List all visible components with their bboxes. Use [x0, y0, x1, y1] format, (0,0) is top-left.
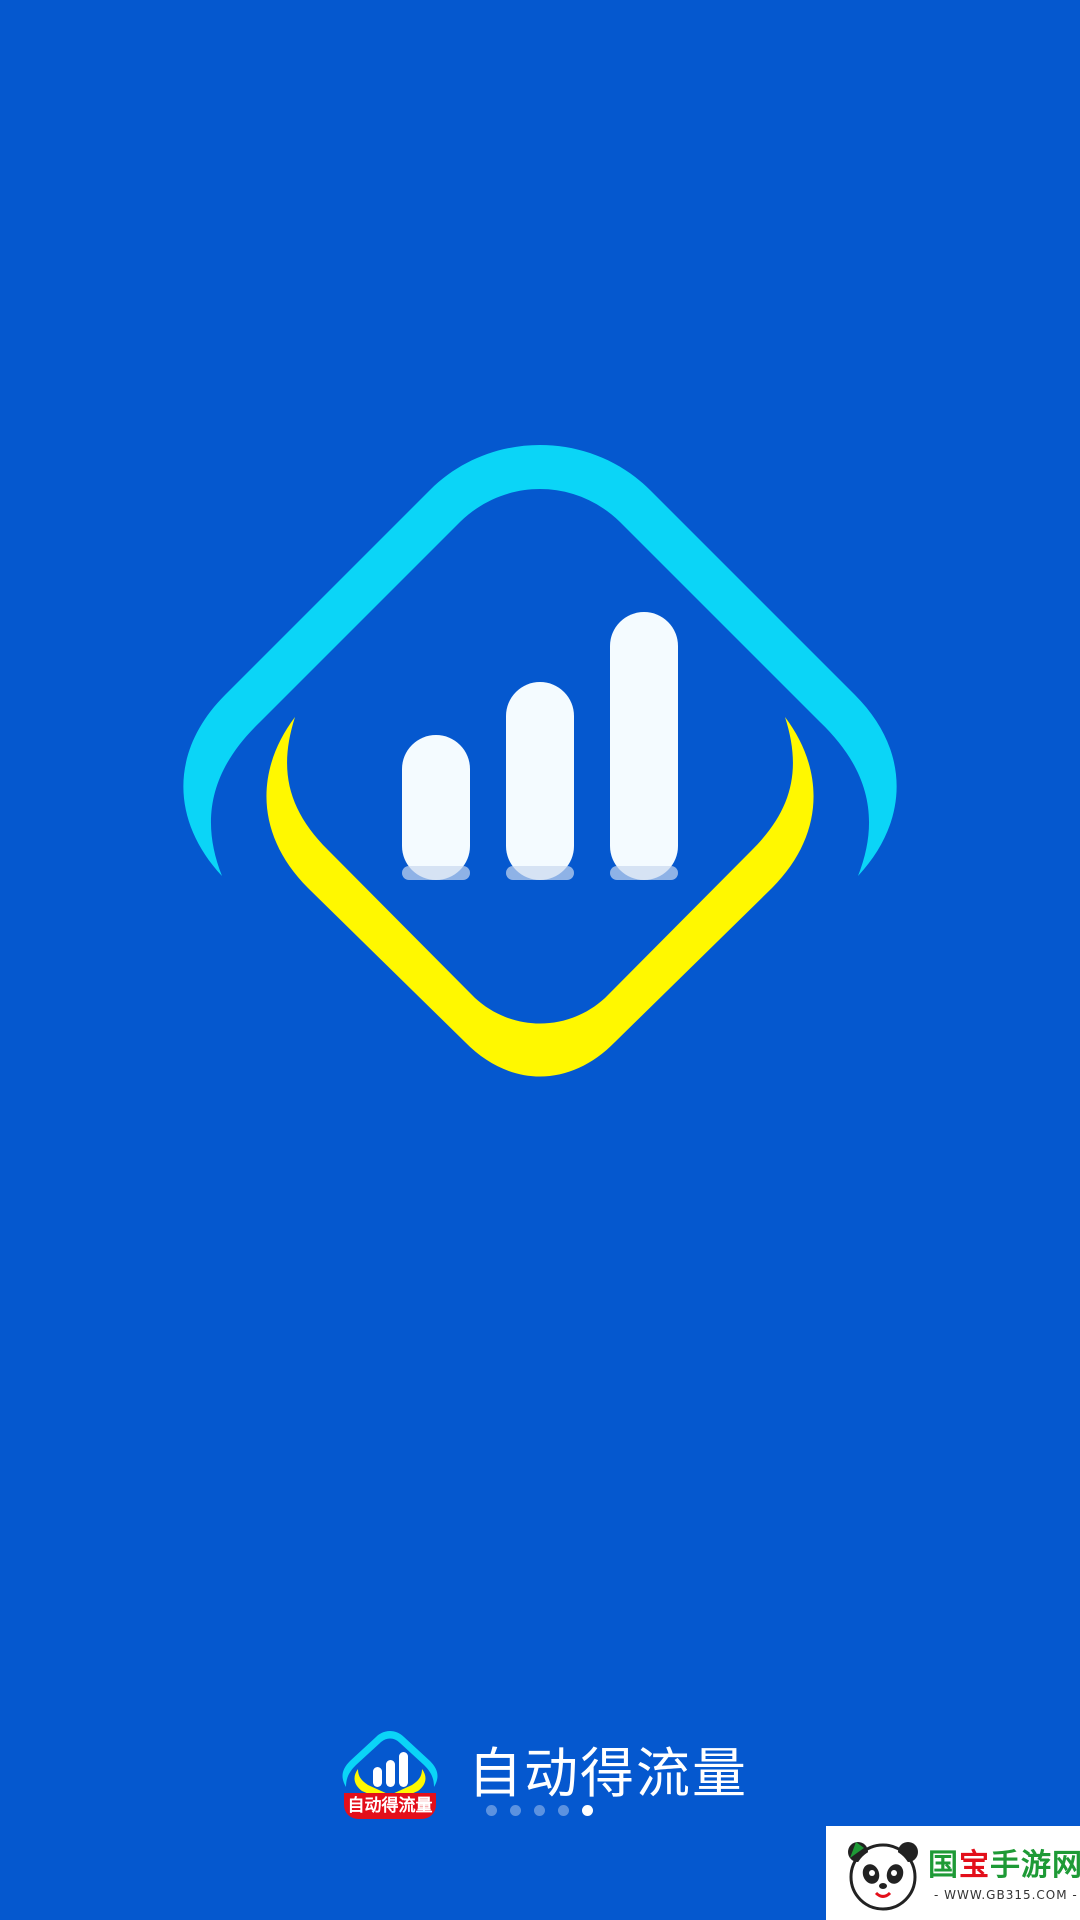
splash-screen: 自动得流量 自动得流量 国宝手游网 - WWW.GB315.COM -	[0, 0, 1080, 1920]
logo-bar-3	[610, 612, 678, 880]
page-dot-1[interactable]	[486, 1805, 497, 1816]
app-logo-icon: 自动得流量	[340, 1725, 440, 1825]
logo-bar-1	[402, 735, 470, 880]
panda-icon	[848, 1842, 918, 1911]
page-dot-5-active[interactable]	[582, 1805, 593, 1816]
logo-bar-1-shade	[402, 866, 470, 880]
page-dot-3[interactable]	[534, 1805, 545, 1816]
page-indicator	[486, 1805, 593, 1819]
app-name: 自动得流量	[468, 1742, 748, 1805]
page-dot-4[interactable]	[558, 1805, 569, 1816]
page-dot-2[interactable]	[510, 1805, 521, 1816]
app-icon-label: 自动得流量	[344, 1793, 436, 1819]
logo-bar-3-shade	[610, 866, 678, 880]
watermark-title: 国宝手游网	[928, 1848, 1080, 1883]
watermark-url: - WWW.GB315.COM -	[934, 1888, 1078, 1902]
signal-bars-icon	[183, 445, 897, 1077]
logo-bar-2	[506, 682, 574, 880]
logo-bar-2-shade	[506, 866, 574, 880]
brand-row: 自动得流量 自动得流量	[340, 1725, 760, 1825]
site-watermark: 国宝手游网 - WWW.GB315.COM -	[826, 1826, 1080, 1920]
